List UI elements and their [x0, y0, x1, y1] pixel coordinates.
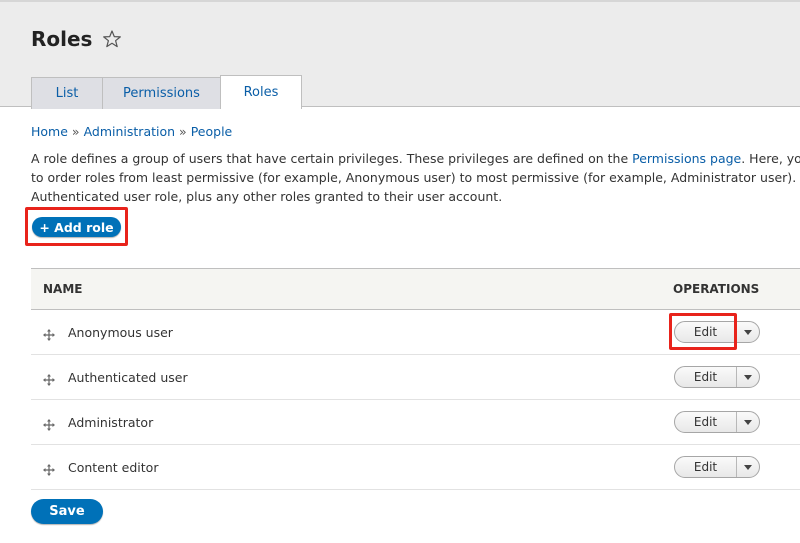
dropdown-toggle[interactable] — [737, 322, 759, 342]
role-name: Authenticated user — [68, 369, 188, 385]
page-header: Roles List Permissions Roles — [0, 0, 800, 109]
caret-down-icon — [744, 419, 752, 425]
dropdown-toggle[interactable] — [737, 367, 759, 387]
add-role-button[interactable]: + Add role — [32, 217, 121, 237]
table-row: Anonymous user Edit — [31, 310, 800, 355]
caret-down-icon — [744, 464, 752, 470]
role-name: Anonymous user — [68, 324, 173, 340]
save-button[interactable]: Save — [31, 499, 103, 524]
table-row: Authenticated user Edit — [31, 355, 800, 400]
drag-handle-icon[interactable] — [43, 461, 55, 476]
dropdown-toggle[interactable] — [737, 457, 759, 477]
column-header-operations: OPERATIONS — [673, 282, 760, 296]
breadcrumb-separator: » — [71, 124, 80, 139]
caret-down-icon — [744, 374, 752, 380]
column-header-name: NAME — [43, 282, 83, 296]
page-title: Roles — [31, 27, 93, 51]
edit-button[interactable]: Edit — [675, 457, 737, 477]
breadcrumb-administration[interactable]: Administration — [84, 124, 175, 139]
tab-roles[interactable]: Roles — [220, 75, 302, 109]
drag-handle-icon[interactable] — [43, 371, 55, 386]
breadcrumb-home[interactable]: Home — [31, 124, 68, 139]
tab-list[interactable]: List — [31, 77, 103, 109]
description-text: . Here, you can — [741, 151, 800, 166]
operations-dropbutton: Edit — [674, 411, 760, 433]
breadcrumb: Home» Administration» People — [31, 124, 232, 139]
star-icon[interactable] — [102, 29, 122, 49]
title-row: Roles — [31, 27, 122, 51]
caret-down-icon — [744, 329, 752, 335]
edit-highlight — [669, 313, 737, 350]
edit-button[interactable]: Edit — [675, 412, 737, 432]
table-header: NAME OPERATIONS — [31, 269, 800, 310]
breadcrumb-separator: » — [179, 124, 187, 139]
dropdown-toggle[interactable] — [737, 412, 759, 432]
operations-dropbutton: Edit — [674, 456, 760, 478]
tabs: List Permissions Roles — [31, 75, 302, 109]
description-line-3: Authenticated user role, plus any other … — [31, 189, 503, 204]
permissions-page-link[interactable]: Permissions page — [632, 151, 741, 166]
breadcrumb-people[interactable]: People — [191, 124, 233, 139]
table-row: Administrator Edit — [31, 400, 800, 445]
table-row: Content editor Edit — [31, 445, 800, 490]
description-text: A role defines a group of users that hav… — [31, 151, 633, 166]
drag-handle-icon[interactable] — [43, 416, 55, 431]
edit-button[interactable]: Edit — [675, 367, 737, 387]
description-line-1: A role defines a group of users that hav… — [31, 149, 800, 168]
roles-table: NAME OPERATIONS Anonymous user Edit Auth… — [31, 268, 800, 490]
tab-permissions[interactable]: Permissions — [103, 77, 221, 109]
role-name: Content editor — [68, 459, 159, 475]
role-name: Administrator — [68, 414, 154, 430]
operations-dropbutton: Edit — [674, 366, 760, 388]
description-line-2: to order roles from least permissive (fo… — [31, 170, 800, 185]
drag-handle-icon[interactable] — [43, 326, 55, 341]
page-description: A role defines a group of users that hav… — [31, 149, 800, 206]
